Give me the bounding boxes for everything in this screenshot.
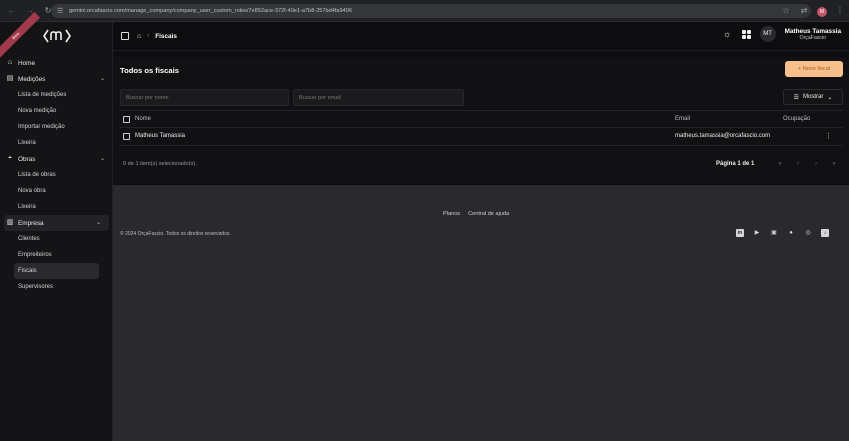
chevron-down-icon: ⌄ [99, 76, 105, 82]
select-all-checkbox[interactable] [123, 116, 130, 123]
sidebar-item-label: Medições [18, 75, 46, 83]
profile-avatar[interactable]: M [817, 7, 827, 17]
clipboard-icon: ▤ [6, 75, 14, 82]
sidebar-item-label: Home [18, 59, 36, 67]
home-icon: ⌂ [7, 59, 13, 66]
fiscais-table: Nome Email Ocupação Matheus Tamassia mat… [119, 110, 843, 146]
row-checkbox[interactable] [123, 133, 130, 140]
prev-page-icon[interactable]: ‹ [791, 158, 805, 170]
copyright: © 2024 OrçaFascio. Todos os direitos res… [120, 231, 231, 237]
building-icon: ▥ [6, 219, 14, 226]
social-links: in ▶ ▣ ● ◎ ♪ [736, 229, 829, 237]
main-content: ⌂ › Fiscais ☼ MT Matheus Tamassia OrçaFa… [113, 22, 849, 441]
sidebar-subitem-fiscais[interactable]: Fiscais [14, 263, 99, 279]
browser-toolbar: ← → ↻ ☰ gemini.orcafascio.com/manage_com… [0, 0, 849, 22]
breadcrumb-current: Fiscais [155, 32, 177, 40]
user-name: Matheus Tamassia [784, 27, 841, 35]
fiscais-card: Todos os fiscais + Novo fiscal ☰ Mostrar… [113, 57, 849, 184]
logo[interactable] [42, 28, 72, 44]
table-row[interactable]: Matheus Tamassia matheus.tamassia@orcafa… [119, 128, 843, 146]
sidebar-item-label: Empresa [18, 219, 44, 227]
user-info[interactable]: Matheus Tamassia OrçaFascio [785, 28, 841, 41]
sidebar-subitem-supervisores[interactable]: Supervisores [0, 279, 113, 295]
user-company: OrçaFascio [799, 34, 827, 41]
chevron-down-icon: ⌄ [95, 220, 101, 226]
cell-email: matheus.tamassia@orcafascio.com [675, 133, 771, 139]
theme-sun-icon[interactable]: ☼ [722, 29, 733, 40]
chevron-down-icon: ⌄ [827, 94, 833, 101]
linkedin-icon[interactable]: in [736, 229, 744, 237]
tiktok-icon[interactable]: ♪ [821, 229, 829, 237]
home-icon[interactable]: ⌂ [137, 33, 141, 40]
sidebar-item-empresa[interactable]: ▥ Empresa ⌄ [4, 215, 109, 231]
sidebar: Beta ⌂ Home ▤ Medições ⌄ Lista de mediçõ… [0, 11, 113, 441]
sidebar-subitem-empreiteiros[interactable]: Empreiteiros [0, 247, 113, 263]
cell-name: Matheus Tamassia [135, 133, 185, 139]
site-settings-icon[interactable]: ☰ [57, 8, 64, 15]
address-bar[interactable]: ☰ gemini.orcafascio.com/manage_company/c… [51, 4, 811, 18]
sliders-icon: ☰ [793, 94, 799, 101]
facebook-icon[interactable]: ● [787, 229, 795, 237]
helmet-icon: ◓ [7, 155, 13, 162]
instagram-icon[interactable]: ◎ [804, 229, 812, 237]
footer-links: Planos Central de ajuda [443, 211, 509, 217]
search-name-input[interactable] [120, 89, 289, 106]
column-header-name[interactable]: Nome [135, 116, 151, 122]
top-bar: ⌂ › Fiscais ☼ MT Matheus Tamassia OrçaFa… [113, 22, 849, 51]
table-header: Nome Email Ocupação [119, 110, 843, 128]
avatar[interactable]: MT [759, 26, 776, 42]
footer-link-planos[interactable]: Planos [443, 211, 460, 217]
new-fiscal-button[interactable]: + Novo fiscal [785, 61, 843, 77]
apps-grid-icon[interactable] [741, 29, 751, 39]
spotify-icon[interactable]: ▶ [753, 229, 761, 237]
column-header-occupation[interactable]: Ocupação [783, 116, 810, 122]
sidebar-subitem-nova-medicao[interactable]: Nova medição [0, 103, 113, 119]
youtube-icon[interactable]: ▣ [770, 229, 778, 237]
last-page-icon[interactable]: » [827, 158, 841, 170]
sidebar-item-medicoes[interactable]: ▤ Medições ⌄ [0, 71, 113, 87]
row-actions-icon[interactable]: ⋮ [825, 132, 832, 140]
chevron-right-icon: › [147, 33, 150, 39]
tab-search-icon[interactable]: ⇄ [799, 4, 809, 18]
column-header-email[interactable]: Email [675, 116, 690, 122]
footer: Planos Central de ajuda © 2024 OrçaFasci… [113, 185, 849, 441]
sidebar-item-obras[interactable]: ◓ Obras ⌄ [0, 151, 113, 167]
sidebar-subitem-lixeira-medicoes[interactable]: Lixeira [0, 135, 113, 151]
sidebar-subitem-lista-obras[interactable]: Lista de obras [0, 167, 113, 183]
sidebar-toggle-icon[interactable] [121, 32, 129, 40]
sidebar-subitem-lista-medicoes[interactable]: Lista de medições [0, 87, 113, 103]
breadcrumb: ⌂ › Fiscais [137, 33, 177, 40]
sidebar-subitem-lixeira-obras[interactable]: Lixeira [0, 199, 113, 215]
chevron-down-icon: ⌄ [99, 156, 105, 162]
first-page-icon[interactable]: « [773, 158, 787, 170]
sidebar-nav: ⌂ Home ▤ Medições ⌄ Lista de medições No… [0, 55, 113, 295]
page-info: Página 1 de 1 [716, 161, 755, 167]
bookmark-star-icon[interactable]: ☆ [781, 4, 791, 18]
show-label: Mostrar [803, 94, 824, 100]
sidebar-subitem-clientes[interactable]: Clientes [0, 231, 113, 247]
browser-menu-icon[interactable]: ⋮ [835, 4, 845, 18]
sidebar-subitem-importar-medicao[interactable]: Importar medição [0, 119, 113, 135]
selection-count: 0 de 1 item(s) selecionado(s). [123, 161, 197, 167]
show-columns-button[interactable]: ☰ Mostrar ⌄ [783, 89, 843, 105]
pagination: « ‹ › » [773, 158, 841, 170]
search-email-input[interactable] [293, 89, 464, 106]
page-title: Todos os fiscais [120, 66, 179, 75]
sidebar-item-label: Obras [18, 155, 36, 163]
sidebar-subitem-nova-obra[interactable]: Nova obra [0, 183, 113, 199]
back-arrow-icon[interactable]: ← [6, 5, 18, 17]
sidebar-item-home[interactable]: ⌂ Home [0, 55, 113, 71]
next-page-icon[interactable]: › [809, 158, 823, 170]
url-text: gemini.orcafascio.com/manage_company/com… [69, 8, 352, 14]
footer-link-ajuda[interactable]: Central de ajuda [468, 211, 509, 217]
